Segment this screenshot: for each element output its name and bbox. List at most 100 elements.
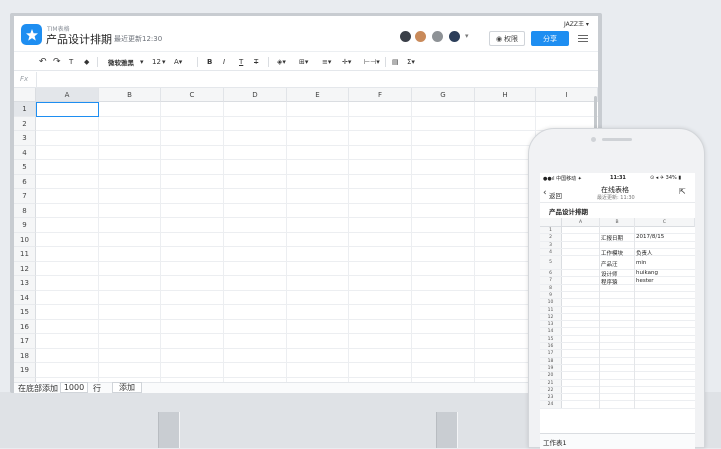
active-cell-a1[interactable] bbox=[36, 102, 99, 117]
back-button[interactable]: 返回 bbox=[549, 190, 562, 200]
formula-bar[interactable]: Fx bbox=[14, 72, 598, 88]
row-header[interactable]: 8 bbox=[14, 203, 36, 218]
row-header[interactable]: 7 bbox=[14, 189, 36, 204]
mobile-cell-b[interactable]: 工作模块 bbox=[601, 249, 623, 257]
carrier-signal: ●●ıl 中国移动 ✦ bbox=[543, 176, 582, 182]
row-header[interactable]: 18 bbox=[14, 348, 36, 363]
row-header[interactable]: 17 bbox=[14, 334, 36, 349]
grid-row-line bbox=[36, 188, 598, 189]
mobile-column-header[interactable]: B bbox=[600, 218, 635, 227]
mobile-cell-b[interactable]: 程序猿 bbox=[601, 278, 618, 286]
mobile-spreadsheet-grid[interactable]: A B C 1 2 3 4 5 6 7 8 9 10 11 12 13 14 15 16 17 18 19 20 21 22 23… bbox=[540, 218, 695, 434]
chevron-down-icon[interactable]: ▾ bbox=[465, 32, 469, 40]
row-header[interactable]: 11 bbox=[14, 247, 36, 262]
sheet-tab[interactable]: 工作表1 bbox=[543, 437, 567, 447]
mobile-grid-column-line bbox=[599, 218, 600, 409]
column-header[interactable]: A bbox=[36, 88, 99, 102]
permission-button[interactable]: ◉ 权限 bbox=[489, 31, 525, 46]
font-size-select[interactable]: 12 bbox=[152, 56, 161, 68]
collaborator-avatar[interactable] bbox=[414, 30, 427, 43]
grid-row-line bbox=[36, 376, 598, 378]
mobile-row-header[interactable]: 5 bbox=[540, 256, 562, 271]
underline-icon[interactable]: T bbox=[239, 56, 243, 68]
border-icon[interactable]: ⊞▾ bbox=[299, 56, 308, 68]
align-icon[interactable]: ≡▾ bbox=[322, 56, 331, 68]
clear-format-icon[interactable]: ◆ bbox=[84, 56, 89, 68]
mobile-grid-row-line bbox=[540, 371, 695, 373]
italic-icon[interactable]: I bbox=[223, 56, 225, 68]
add-rows-unit: 行 bbox=[93, 384, 101, 393]
bold-icon[interactable]: B bbox=[207, 56, 212, 68]
add-rows-button[interactable]: 添加 bbox=[112, 382, 142, 393]
mobile-select-all-corner[interactable] bbox=[540, 218, 562, 227]
strikethrough-icon[interactable]: T bbox=[254, 56, 258, 68]
grid-row-line bbox=[36, 260, 598, 262]
spreadsheet-grid[interactable]: ABCDEFGHI1234567891011121314151617181920 bbox=[14, 88, 598, 392]
fill-color-icon[interactable]: ◈▾ bbox=[277, 56, 286, 68]
grid-row-line bbox=[36, 289, 598, 291]
document-title[interactable]: 产品设计排期 bbox=[46, 31, 112, 47]
undo-icon[interactable]: ↶ bbox=[39, 56, 47, 68]
mobile-grid-row-line bbox=[540, 298, 695, 300]
mobile-column-header[interactable]: A bbox=[562, 218, 600, 227]
mobile-column-header[interactable]: C bbox=[635, 218, 695, 227]
row-header[interactable]: 12 bbox=[14, 261, 36, 276]
row-header[interactable]: 14 bbox=[14, 290, 36, 305]
row-header[interactable]: 15 bbox=[14, 305, 36, 320]
column-header[interactable]: F bbox=[349, 88, 412, 102]
row-header[interactable]: 19 bbox=[14, 363, 36, 378]
select-all-corner[interactable] bbox=[14, 88, 36, 102]
row-header[interactable]: 1 bbox=[14, 102, 36, 117]
mobile-cell-c[interactable]: huikang bbox=[636, 270, 658, 276]
column-header[interactable]: H bbox=[475, 88, 536, 102]
row-header[interactable]: 9 bbox=[14, 218, 36, 233]
redo-icon[interactable]: ↷ bbox=[53, 56, 61, 68]
column-header[interactable]: G bbox=[412, 88, 475, 102]
collaborator-avatar[interactable] bbox=[431, 30, 444, 43]
row-header[interactable]: 10 bbox=[14, 232, 36, 247]
mobile-cell-c[interactable]: min bbox=[636, 260, 646, 266]
row-header[interactable]: 2 bbox=[14, 116, 36, 131]
row-header[interactable]: 5 bbox=[14, 160, 36, 175]
column-header[interactable]: E bbox=[287, 88, 349, 102]
chevron-down-icon[interactable]: ▾ bbox=[162, 56, 166, 68]
mobile-last-updated: 最近更新: 11:30 bbox=[597, 195, 635, 201]
menu-icon[interactable] bbox=[576, 31, 590, 45]
column-header[interactable]: B bbox=[99, 88, 161, 102]
column-header[interactable]: C bbox=[161, 88, 224, 102]
sum-icon[interactable]: Σ▾ bbox=[407, 56, 415, 68]
mobile-cell-c[interactable]: 2017/8/15 bbox=[636, 234, 664, 240]
merge-cells-icon[interactable]: ⊢⊣▾ bbox=[364, 56, 380, 68]
row-header[interactable]: 16 bbox=[14, 319, 36, 334]
share-external-icon[interactable]: ⇱ bbox=[679, 187, 686, 196]
mobile-cell-b[interactable]: 产品汪 bbox=[601, 260, 618, 268]
row-header[interactable]: 3 bbox=[14, 131, 36, 146]
collaborator-avatar[interactable] bbox=[399, 30, 412, 43]
collaborator-avatar[interactable] bbox=[448, 30, 461, 43]
column-header[interactable]: I bbox=[536, 88, 598, 102]
column-header[interactable]: D bbox=[224, 88, 287, 102]
grid-column-line bbox=[223, 102, 224, 382]
format-painter-icon[interactable]: T bbox=[69, 56, 73, 68]
mobile-cell-c[interactable]: hester bbox=[636, 278, 654, 284]
insert-table-icon[interactable]: ▤ bbox=[392, 56, 399, 68]
vertical-align-icon[interactable]: ✛▾ bbox=[342, 56, 351, 68]
back-chevron-icon[interactable]: ‹ bbox=[543, 188, 547, 198]
mobile-cell-b[interactable]: 汇报日期 bbox=[601, 234, 623, 242]
grid-row-line bbox=[36, 173, 598, 175]
mobile-cell-c[interactable]: 负责人 bbox=[636, 249, 653, 257]
row-header[interactable]: 13 bbox=[14, 276, 36, 291]
chevron-down-icon[interactable]: ▾ bbox=[140, 56, 144, 68]
mobile-grid-row-line bbox=[540, 385, 695, 387]
add-rows-footer: 在底部添加 1000 行 添加 bbox=[14, 382, 598, 393]
grid-row-line bbox=[36, 130, 598, 131]
battery-indicator: ⊙ ◂ ✈ 34% ▮ bbox=[650, 175, 682, 181]
row-header[interactable]: 4 bbox=[14, 145, 36, 160]
share-button[interactable]: 分享 bbox=[531, 31, 569, 46]
grid-row-line bbox=[36, 144, 598, 146]
row-count-input[interactable]: 1000 bbox=[60, 382, 88, 393]
user-account-menu[interactable]: JAZZ王 ▾ bbox=[564, 19, 589, 28]
font-color-icon[interactable]: A▾ bbox=[174, 56, 182, 68]
row-header[interactable]: 6 bbox=[14, 174, 36, 189]
font-family-select[interactable]: 微软雅黑 bbox=[108, 56, 134, 68]
